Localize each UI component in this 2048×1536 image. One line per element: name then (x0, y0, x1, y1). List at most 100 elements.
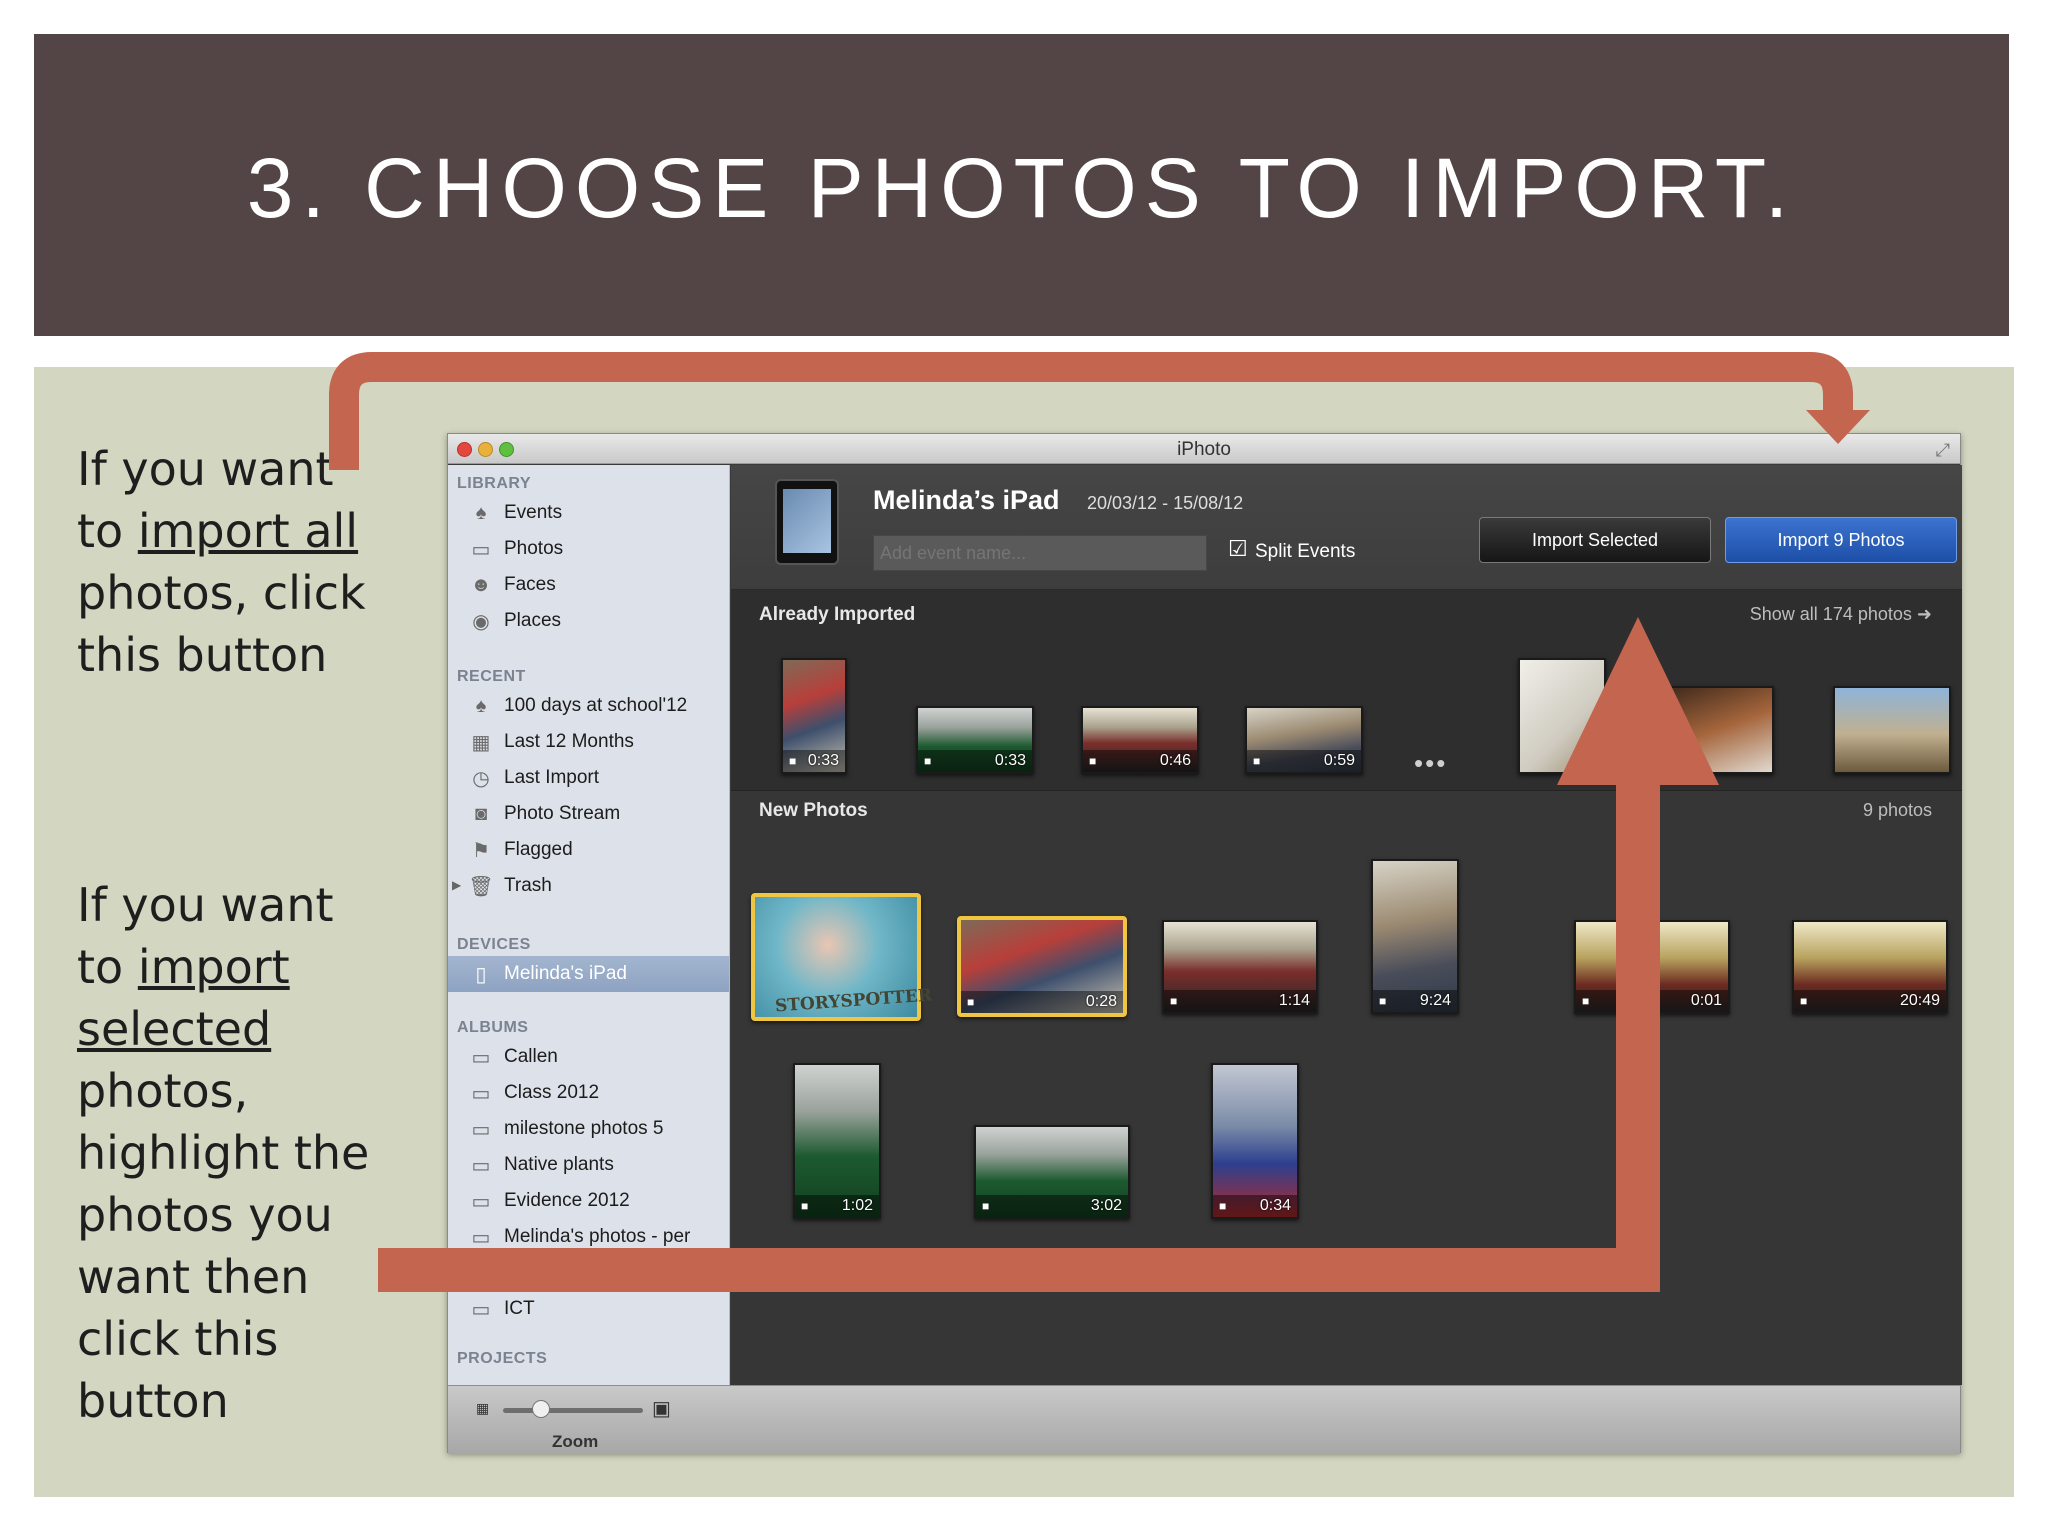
date-range: 20/03/12 - 15/08/12 (1087, 493, 1244, 513)
devices-header: DEVICES (457, 936, 531, 953)
video-duration: 0:28 (1085, 993, 1117, 1010)
instruction-line: to import all (77, 500, 366, 562)
video-icon: ■ (924, 754, 932, 768)
instruction-line: click this (77, 1312, 279, 1366)
album-icon: ▭ (471, 1082, 491, 1105)
import-all-button[interactable]: Import 9 Photos (1725, 517, 1957, 563)
album-icon: ▭ (471, 1298, 491, 1321)
instruction-text: to (77, 504, 138, 558)
sidebar-item-last-12-months[interactable]: ▦ Last 12 Months (448, 724, 729, 760)
import-selected-button[interactable]: Import Selected (1479, 517, 1711, 563)
show-all-label: Show all 174 photos (1749, 604, 1912, 624)
albums-header: ALBUMS (457, 1019, 529, 1036)
sidebar-item-trash[interactable]: ▶ 🗑 Trash (448, 868, 729, 904)
new-photo-thumbnail[interactable]: ■ 9:24 (1371, 859, 1459, 1014)
new-photo-thumbnail[interactable]: ■ 20:49 (1792, 920, 1948, 1014)
instruction-line: button (77, 1374, 229, 1428)
video-icon: ■ (1800, 994, 1808, 1008)
photos-icon: ▭ (471, 538, 491, 561)
event-name-input[interactable] (873, 535, 1207, 571)
zoom-in-icon[interactable]: ▣ (652, 1396, 671, 1421)
video-duration: 0:33 (807, 752, 839, 769)
new-photo-thumbnail[interactable]: ■ 1:14 (1162, 920, 1318, 1014)
instruction-line: If you want (77, 878, 334, 932)
ipad-icon: ▯ (475, 963, 487, 986)
instruction-line: photos you (77, 1188, 333, 1242)
video-duration: 9:24 (1419, 992, 1451, 1009)
instruction-line: this button (77, 628, 328, 682)
imported-thumbnail[interactable]: ■ 0:46 (1081, 706, 1199, 774)
imported-thumbnail[interactable]: ■ 0:59 (1245, 706, 1363, 774)
video-icon: ■ (1582, 994, 1590, 1008)
sidebar-item-last-import[interactable]: ◷ Last Import (448, 760, 729, 796)
disclosure-triangle-icon[interactable]: ▶ (452, 878, 461, 892)
zoom-slider[interactable] (503, 1408, 643, 1413)
video-icon: ■ (789, 754, 797, 768)
sidebar-item-album[interactable]: ▭ Native plants (448, 1147, 729, 1183)
sidebar-item-album[interactable]: ▭ milestone photos 5 (448, 1111, 729, 1147)
new-photo-thumbnail[interactable]: ■ 0:01 (1574, 920, 1730, 1014)
flag-icon: ⚑ (472, 839, 490, 862)
instruction-line: want then (77, 1250, 310, 1304)
zoom-out-icon[interactable]: ▦ (476, 1400, 489, 1417)
sidebar-item-photo-stream[interactable]: ◙ Photo Stream (448, 796, 729, 832)
sidebar-item-label: Melinda's photos - per (504, 1226, 691, 1247)
import-header: Melinda’s iPad 20/03/12 - 15/08/12 ☑ Spl… (731, 465, 1962, 590)
imported-thumbnail[interactable]: ■ 0:33 (781, 658, 847, 774)
sidebar-item-label: Trash (504, 875, 552, 896)
sidebar-item-label: Faces (504, 574, 556, 595)
imported-thumbnail[interactable]: ■ 0:33 (916, 706, 1034, 774)
sidebar-item-album[interactable]: ▭ Evidence 2012 (448, 1183, 729, 1219)
sidebar-item-album[interactable]: ▭ ICT (448, 1291, 729, 1327)
video-duration: 0:34 (1259, 1197, 1291, 1214)
sidebar: LIBRARY ♠ Events ▭ Photos ☻ Faces ◉ Places R… (448, 465, 730, 1385)
ipad-device-icon (775, 479, 839, 565)
sidebar-item-album[interactable]: ▭ Callen (448, 1039, 729, 1075)
sidebar-item-label: Places (504, 610, 562, 631)
fullscreen-icon[interactable]: ⤢ (1936, 440, 1950, 461)
new-photo-thumbnail[interactable]: STORYSPOTTER (751, 893, 933, 1021)
sidebar-item-album[interactable]: ▭ Melinda's photos - per (448, 1219, 729, 1255)
split-events-label: Split Events (1255, 541, 1356, 562)
calendar-icon: ▦ (471, 731, 491, 754)
window-titlebar[interactable]: iPhoto ⤢ (448, 434, 1960, 464)
video-icon: ■ (982, 1199, 990, 1213)
video-duration: 0:46 (1159, 752, 1191, 769)
new-photo-thumbnail[interactable]: ■ 1:02 (793, 1063, 881, 1219)
sidebar-item-melindas-ipad[interactable]: ▯ Melinda's iPad (448, 956, 729, 992)
sidebar-item-places[interactable]: ◉ Places (448, 603, 729, 639)
zoom-slider-knob[interactable] (532, 1400, 550, 1418)
sidebar-item-events[interactable]: ♠ Events (448, 495, 729, 531)
sidebar-item-album[interactable]: ▭ Class 2012 (448, 1075, 729, 1111)
sidebar-item-100-days[interactable]: ♠ 100 days at school'12 (448, 688, 729, 724)
instruction-line: photos, click (77, 566, 366, 620)
show-all-link[interactable]: Show all 174 photos ➜ (1750, 604, 1932, 625)
arrow-right-icon: ➜ (1916, 604, 1932, 624)
video-duration: 0:59 (1323, 752, 1355, 769)
imported-thumbnail[interactable] (1518, 658, 1606, 774)
sidebar-item-photos[interactable]: ▭ Photos (448, 531, 729, 567)
new-photo-thumbnail[interactable]: ■ 0:34 (1211, 1063, 1299, 1219)
device-name: Melinda’s iPad (873, 485, 1060, 515)
sidebar-item-label: ICT (504, 1298, 535, 1319)
iphoto-window: iPhoto ⤢ LIBRARY ♠ Events ▭ Photos ☻ Faces … (447, 433, 1962, 1454)
already-imported-title: Already Imported (759, 604, 916, 625)
video-duration: 0:33 (994, 752, 1026, 769)
sidebar-item-flagged[interactable]: ⚑ Flagged (448, 832, 729, 868)
album-icon: ▭ (471, 1154, 491, 1177)
sidebar-item-label: Photo Stream (504, 803, 621, 824)
new-photos-count: 9 photos (1862, 800, 1932, 820)
album-icon: ▭ (471, 1190, 491, 1213)
new-photo-thumbnail[interactable]: ■ 3:02 (974, 1125, 1130, 1219)
sidebar-item-label: Photos (504, 538, 564, 559)
video-icon: ■ (1170, 994, 1178, 1008)
split-events-checkbox[interactable]: ☑ (1228, 538, 1248, 560)
bottom-toolbar: ▦ ▣ Zoom (448, 1385, 1960, 1454)
sidebar-item-label: Flagged (504, 839, 573, 860)
imported-thumbnail[interactable] (1833, 686, 1951, 774)
new-photo-thumbnail[interactable]: ■ 0:28 (957, 916, 1127, 1017)
imported-thumbnail[interactable] (1656, 686, 1774, 774)
video-duration: 1:14 (1278, 992, 1310, 1009)
video-icon: ■ (801, 1199, 809, 1213)
sidebar-item-faces[interactable]: ☻ Faces (448, 567, 729, 603)
